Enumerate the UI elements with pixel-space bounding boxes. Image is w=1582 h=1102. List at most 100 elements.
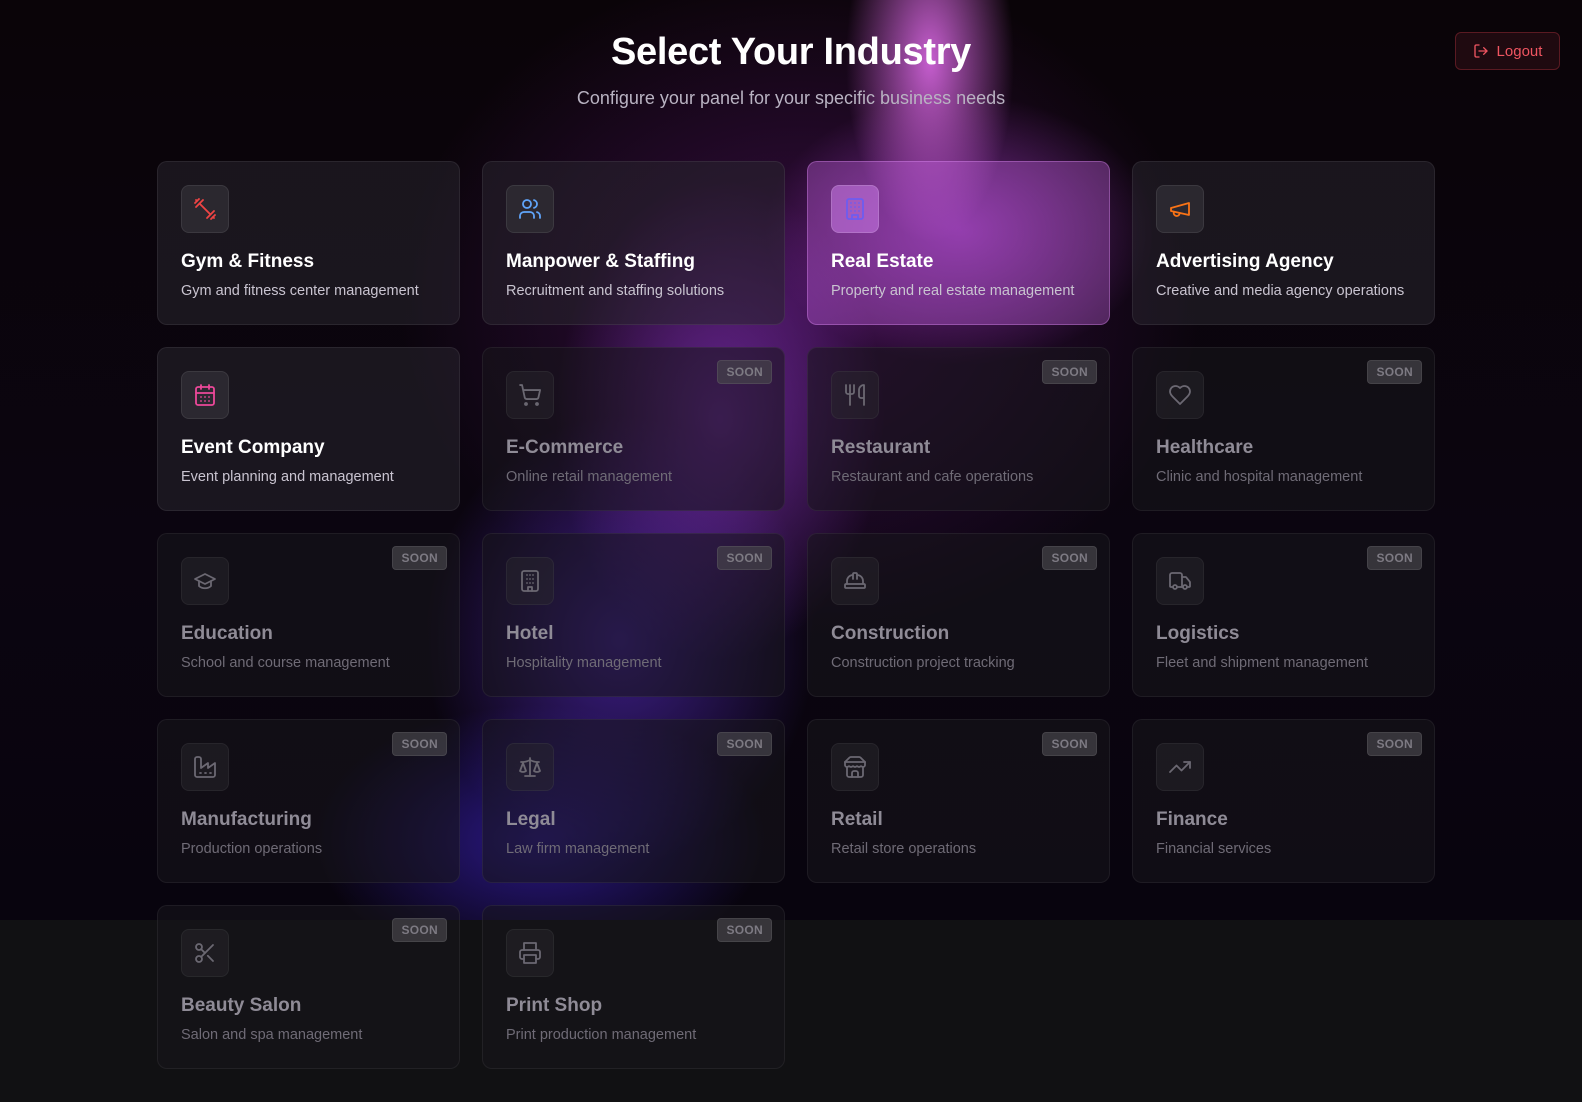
graduation-cap-icon-box — [181, 557, 229, 605]
industry-description: Event planning and management — [181, 469, 394, 485]
industry-title: Healthcare — [1156, 437, 1254, 458]
scissors-icon-box — [181, 929, 229, 977]
soon-badge: SOON — [1367, 360, 1422, 384]
industry-description: Law firm management — [506, 841, 650, 857]
soon-badge: SOON — [1367, 546, 1422, 570]
industry-card-advertising[interactable]: Advertising Agency Creative and media age… — [1132, 161, 1435, 325]
industry-description: Salon and spa management — [181, 1027, 363, 1043]
soon-badge: SOON — [717, 918, 772, 942]
industry-description: School and course management — [181, 655, 390, 671]
industry-card-ecommerce: SOON E-Commerce Online retail management — [482, 347, 785, 511]
scale-icon-box — [506, 743, 554, 791]
hard-hat-icon — [844, 572, 866, 589]
trending-up-icon — [1169, 761, 1191, 773]
industry-card-event[interactable]: Event Company Event planning and manageme… — [157, 347, 460, 511]
industry-title: Logistics — [1156, 623, 1240, 644]
industry-card-gym[interactable]: Gym & Fitness Gym and fitness center mana… — [157, 161, 460, 325]
industry-card-real_estate[interactable]: Real Estate Property and real estate mana… — [807, 161, 1110, 325]
industry-title: Restaurant — [831, 437, 931, 458]
industry-title: E-Commerce — [506, 437, 624, 458]
soon-badge: SOON — [1042, 732, 1097, 756]
hard-hat-icon-box — [831, 557, 879, 605]
industry-card-manufacturing: SOON Manufacturing Production operations — [157, 719, 460, 883]
hotel-icon-box — [506, 557, 554, 605]
scissors-icon — [195, 943, 214, 963]
scale-icon — [519, 757, 541, 777]
industry-description: Hospitality management — [506, 655, 662, 671]
industry-description: Online retail management — [506, 469, 673, 485]
logout-label: Logout — [1496, 42, 1543, 60]
industry-title: Hotel — [506, 623, 554, 644]
industry-card-hotel: SOON Hotel Hospitality management — [482, 533, 785, 697]
hotel-icon — [521, 570, 539, 592]
industry-title: Print Shop — [506, 995, 603, 1016]
utensils-icon-box — [831, 371, 879, 419]
users-icon-box — [506, 185, 554, 233]
logout-button[interactable]: Logout — [1455, 32, 1560, 70]
industry-title: Retail — [831, 809, 883, 830]
calendar-icon — [195, 384, 215, 406]
soon-badge: SOON — [1042, 360, 1097, 384]
dumbbell-icon-box — [181, 185, 229, 233]
soon-badge: SOON — [1367, 732, 1422, 756]
building-icon-box — [831, 185, 879, 233]
industry-card-education: SOON Education School and course managemen… — [157, 533, 460, 697]
soon-badge: SOON — [392, 732, 447, 756]
industry-description: Fleet and shipment management — [1156, 655, 1368, 671]
logout-icon — [1473, 44, 1488, 58]
soon-badge: SOON — [717, 732, 772, 756]
industry-description: Financial services — [1156, 841, 1272, 857]
soon-badge: SOON — [392, 918, 447, 942]
utensils-icon — [845, 384, 865, 406]
industry-card-construction: SOON Construction Construction project tra… — [807, 533, 1110, 697]
dumbbell-icon — [194, 198, 216, 220]
industry-title: Event Company — [181, 437, 325, 458]
megaphone-icon — [1170, 202, 1190, 217]
industry-title: Manpower & Staffing — [506, 251, 695, 272]
cart-icon-box — [506, 371, 554, 419]
building-icon — [846, 198, 864, 220]
industry-title: Advertising Agency — [1156, 251, 1334, 272]
page-title: Select Your Industry — [610, 31, 972, 73]
industry-card-manpower[interactable]: Manpower & Staffing Recruitment and staff… — [482, 161, 785, 325]
industry-description: Property and real estate management — [831, 283, 1075, 299]
industry-card-finance: SOON Finance Financial services — [1132, 719, 1435, 883]
soon-badge: SOON — [717, 360, 772, 384]
soon-badge: SOON — [392, 546, 447, 570]
industry-title: Legal — [506, 809, 556, 830]
industry-card-beauty: SOON Beauty Salon Salon and spa management — [157, 905, 460, 1069]
industry-description: Restaurant and cafe operations — [831, 469, 1034, 485]
page-header: Select Your Industry Configure your pane… — [0, 28, 1582, 109]
industry-description: Clinic and hospital management — [1156, 469, 1363, 485]
store-icon — [844, 756, 866, 778]
trending-up-icon-box — [1156, 743, 1204, 791]
industry-description: Gym and fitness center management — [181, 283, 419, 299]
industry-title: Real Estate — [831, 251, 934, 272]
calendar-icon-box — [181, 371, 229, 419]
store-icon-box — [831, 743, 879, 791]
heart-icon — [1169, 385, 1191, 405]
industry-title: Beauty Salon — [181, 995, 302, 1016]
industry-title: Manufacturing — [181, 809, 312, 830]
industry-card-restaurant: SOON Restaurant Restaurant and cafe operat… — [807, 347, 1110, 511]
factory-icon-box — [181, 743, 229, 791]
industry-title: Gym & Fitness — [181, 251, 315, 272]
graduation-cap-icon — [194, 573, 216, 590]
cart-icon — [519, 384, 541, 406]
factory-icon — [194, 756, 216, 778]
printer-icon-box — [506, 929, 554, 977]
industry-title: Construction — [831, 623, 950, 644]
users-icon — [519, 199, 541, 219]
industry-description: Construction project tracking — [831, 655, 1015, 671]
industry-description: Retail store operations — [831, 841, 977, 857]
industry-title: Finance — [1156, 809, 1228, 830]
industry-card-print: SOON Print Shop Print production managemen… — [482, 905, 785, 1069]
page-subtitle: Configure your panel for your specific b… — [576, 88, 1006, 108]
industry-description: Recruitment and staffing solutions — [506, 283, 725, 299]
industry-card-legal: SOON Legal Law firm management — [482, 719, 785, 883]
truck-icon-box — [1156, 557, 1204, 605]
heart-icon-box — [1156, 371, 1204, 419]
industry-description: Print production management — [506, 1027, 697, 1043]
megaphone-icon-box — [1156, 185, 1204, 233]
industry-card-logistics: SOON Logistics Fleet and shipment manageme… — [1132, 533, 1435, 697]
